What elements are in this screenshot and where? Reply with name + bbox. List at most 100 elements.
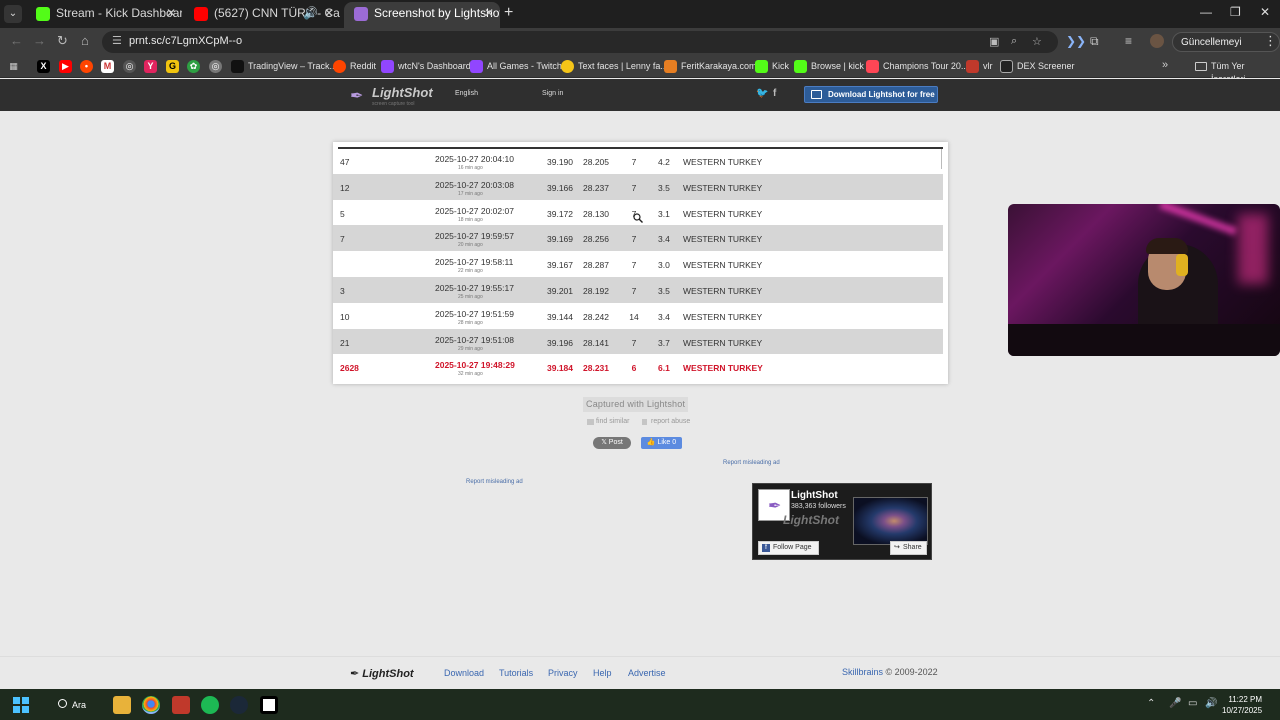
footer-link-privacy[interactable]: Privacy [548, 668, 578, 678]
footer-link-advertise[interactable]: Advertise [628, 668, 666, 678]
page-title[interactable]: LightShot [791, 490, 838, 501]
bookmark-dashboard[interactable]: wtcN's Dashboard [381, 60, 471, 73]
bookmark-dexscreener[interactable]: DEX Screener [1000, 60, 1075, 73]
extensions-puzzle-icon[interactable]: ⧉ [1090, 34, 1099, 49]
leaf-icon[interactable]: ✿ [187, 60, 200, 73]
close-window-icon[interactable]: ✕ [1260, 5, 1270, 19]
chrome-icon[interactable] [142, 696, 160, 714]
volume-icon[interactable]: 🔊 [1205, 698, 1217, 709]
region: WESTERN TURKEY [683, 311, 763, 322]
bookmark-tradingview[interactable]: TradingView – Track... [231, 60, 337, 73]
spotify-icon[interactable] [201, 696, 219, 714]
maximize-icon[interactable]: ❐ [1230, 5, 1241, 19]
yandex-icon[interactable]: Y [144, 60, 157, 73]
site-info-icon[interactable]: ☰ [112, 34, 122, 47]
globe-icon[interactable]: ◎ [123, 60, 136, 73]
bookmark-browse-kick[interactable]: Browse | kick [794, 60, 864, 73]
tab-cnn-turk[interactable]: (5627) CNN TÜRK - Ca 🔊 ✕ [184, 2, 340, 28]
tab-close-icon[interactable]: ✕ [166, 2, 176, 24]
google-keep-icon[interactable]: G [166, 60, 179, 73]
media-control-icon[interactable]: ≡ [1125, 34, 1132, 48]
latitude: 39.169 [547, 234, 573, 245]
more-bookmarks-icon[interactable]: » [1162, 59, 1168, 71]
download-lightshot-button[interactable]: Download Lightshot for free [804, 86, 938, 103]
vct-icon [866, 60, 879, 73]
skillbrains-link[interactable]: Skillbrains [842, 667, 883, 677]
reload-icon[interactable]: ↻ [57, 33, 68, 49]
footer-logo[interactable]: ✒ LightShot [350, 667, 414, 680]
event-datetime: 2025-10-27 19:59:57 [435, 231, 514, 242]
bookmark-vlr[interactable]: vlr [966, 60, 993, 73]
tab-lightshot[interactable]: Screenshot by Lightshot ✕ [344, 2, 500, 28]
taskbar-clock[interactable]: 11:22 PM 10/27/2025 [1222, 694, 1262, 716]
x-icon[interactable]: X [37, 60, 50, 73]
forward-icon[interactable]: → [33, 33, 46, 48]
chevron-up-icon[interactable]: ⌃ [1147, 698, 1155, 709]
footer-link-tutorials[interactable]: Tutorials [499, 668, 533, 678]
bookmark-reddit[interactable]: Reddit [333, 60, 376, 73]
windows-taskbar: Ara ⌃ 🎤 ▭ 🔊 11:22 PM 10/27/2025 [0, 689, 1280, 720]
news-app-icon[interactable] [172, 696, 190, 714]
footer-link-help[interactable]: Help [593, 668, 612, 678]
lightshot-logo[interactable]: ✒ LightShot screen capture tool [350, 84, 440, 107]
minimize-icon[interactable]: — [1200, 5, 1212, 19]
tab-title: (5627) CNN TÜRK - Ca [214, 6, 340, 20]
speaker-icon[interactable]: 🔊 [303, 2, 318, 24]
youtube-icon[interactable]: ▶ [59, 60, 72, 73]
facebook-page-widget[interactable]: ✒ LightShot 383,363 followers LightShot … [752, 483, 932, 560]
event-id: 21 [340, 337, 350, 348]
taskbar-search[interactable]: Ara [54, 695, 102, 715]
zoom-icon[interactable]: ⌕ [1011, 35, 1017, 48]
tab-kick-dashboard[interactable]: Stream - Kick Dashboard ✕ [26, 2, 182, 28]
extension-icon[interactable]: ❯❯ [1066, 34, 1086, 48]
report-abuse-link[interactable]: report abuse [642, 418, 690, 425]
windows-start-icon[interactable] [13, 697, 29, 713]
twitter-icon[interactable]: 🐦 [756, 88, 768, 99]
find-similar-link[interactable]: find similar [587, 418, 629, 425]
gmail-icon[interactable]: M [101, 60, 114, 73]
event-datetime: 2025-10-27 19:51:08 [435, 334, 514, 345]
bookmark-twitch[interactable]: All Games - Twitch [470, 60, 562, 73]
home-icon[interactable]: ⌂ [81, 33, 89, 48]
longitude: 28.237 [583, 182, 609, 193]
report-ad-link[interactable]: Report misleading ad [723, 460, 780, 466]
menu-kebab-icon[interactable]: ⋮ [1264, 33, 1277, 49]
facebook-icon[interactable]: f [773, 88, 776, 99]
microphone-icon[interactable]: 🎤 [1169, 698, 1181, 709]
bookmark-champions-tour[interactable]: Champions Tour 20... [866, 60, 968, 73]
table-row: 21 2025-10-27 19:51:08 29 min ago 39.196 28.… [333, 328, 943, 355]
sign-in-link[interactable]: Sign in [542, 90, 563, 97]
footer-link-download[interactable]: Download [444, 668, 484, 678]
bookmark-kick[interactable]: Kick [755, 60, 789, 73]
globe-icon[interactable]: ◎ [209, 60, 222, 73]
tradingview-icon [231, 60, 244, 73]
new-tab-button[interactable]: + [504, 4, 513, 22]
facebook-like-button[interactable]: 👍 Like 0 [641, 437, 682, 449]
language-selector[interactable]: English [455, 90, 478, 97]
report-ad-link[interactable]: Report misleading ad [466, 479, 523, 485]
x-post-button[interactable]: 𝕏 Post [593, 437, 631, 449]
profile-avatar[interactable] [1150, 34, 1164, 48]
bookmark-textfaces[interactable]: Text faces | Lenny fa... [561, 60, 668, 73]
apps-grid-icon[interactable]: ▦ [7, 60, 20, 73]
twitch-icon [381, 60, 394, 73]
tab-search-button[interactable]: ⌄ [4, 5, 22, 23]
longitude: 28.231 [583, 363, 609, 374]
bookmark-feritkarakaya[interactable]: FeritKarakaya.com [664, 60, 757, 73]
depth: 7 [631, 182, 637, 193]
back-icon[interactable]: ← [10, 33, 23, 48]
tab-close-icon[interactable]: ✕ [324, 2, 334, 24]
tab-close-icon[interactable]: ✕ [484, 2, 494, 24]
reddit-icon[interactable]: • [80, 60, 93, 73]
steam-icon[interactable] [230, 696, 248, 714]
install-app-icon[interactable]: ▣ [989, 35, 999, 48]
longitude: 28.192 [583, 286, 609, 296]
network-icon[interactable]: ▭ [1188, 698, 1197, 709]
file-explorer-icon[interactable] [113, 696, 131, 714]
magnitude: 3.7 [658, 337, 670, 348]
bookmark-star-icon[interactable]: ☆ [1032, 35, 1042, 48]
share-button[interactable]: ↪ Share [890, 541, 927, 555]
address-bar[interactable]: ☰ prnt.sc/c7LgmXCpM--o ▣ ⌕ ☆ [102, 31, 1058, 53]
follow-page-button[interactable]: f Follow Page [758, 541, 819, 555]
app-icon[interactable] [260, 696, 278, 714]
